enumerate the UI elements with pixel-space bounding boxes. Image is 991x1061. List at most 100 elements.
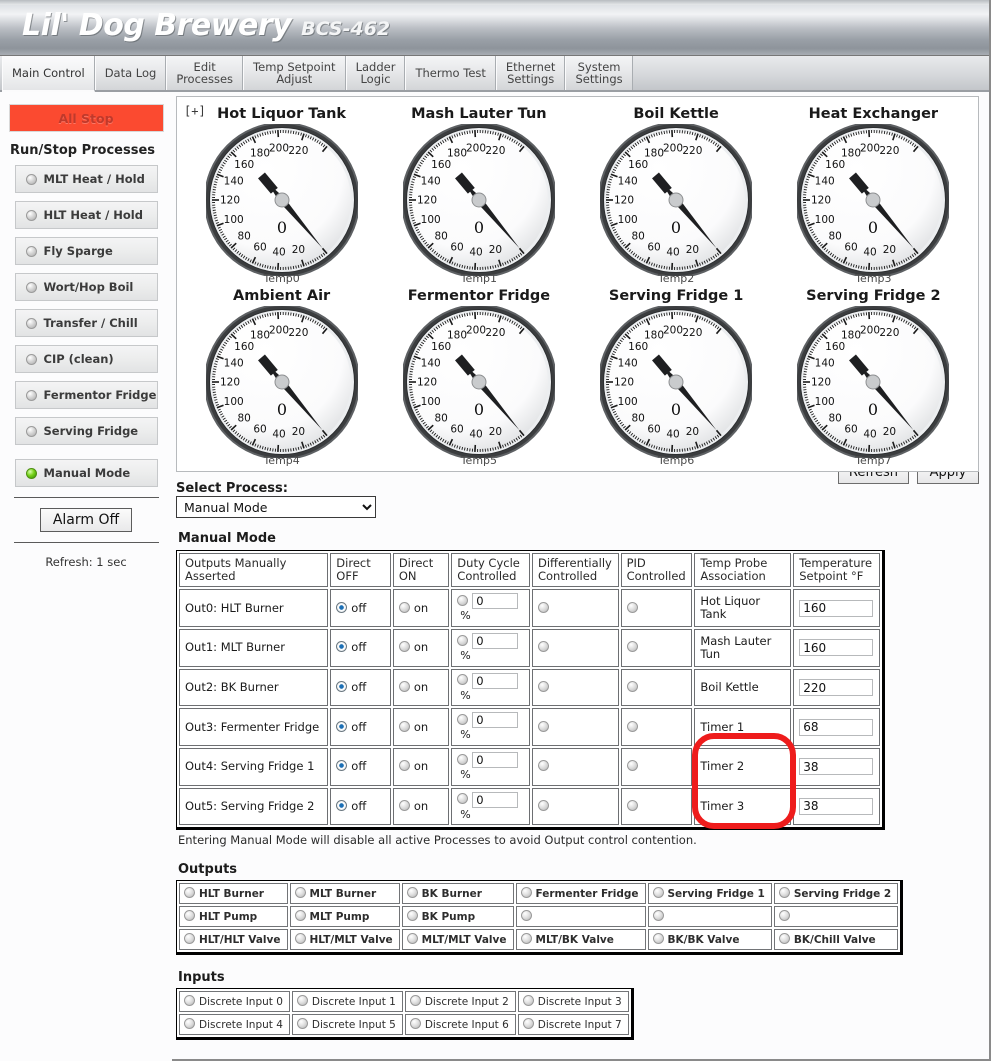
setpoint-input[interactable] <box>799 599 874 617</box>
output-cell[interactable]: MLT Burner <box>289 883 400 905</box>
direct-on-cell[interactable]: on <box>392 708 450 746</box>
tab-main-control[interactable]: Main Control <box>2 56 95 92</box>
input-cell[interactable]: Discrete Input 3 <box>517 991 629 1013</box>
pid-cell[interactable] <box>620 668 693 707</box>
differential-radio[interactable] <box>537 601 549 613</box>
direct-off-radio[interactable] <box>336 601 348 613</box>
pid-cell[interactable] <box>620 748 693 786</box>
duty-cycle-input[interactable] <box>472 672 519 689</box>
direct-off-cell[interactable]: off <box>330 668 391 707</box>
direct-off-radio[interactable] <box>336 720 348 732</box>
output-status-radio[interactable] <box>778 910 790 922</box>
output-status-radio[interactable] <box>406 887 418 899</box>
duty-cycle-cell[interactable]: % <box>451 787 530 826</box>
duty-cycle-cell[interactable]: % <box>451 708 530 746</box>
output-status-radio[interactable] <box>652 887 664 899</box>
process-select[interactable]: Manual Mode <box>176 496 376 518</box>
input-status-radio[interactable] <box>184 1018 195 1030</box>
process-button-cip-clean[interactable]: CIP (clean) <box>14 345 158 373</box>
duty-cycle-radio[interactable] <box>457 713 469 725</box>
output-status-radio[interactable] <box>294 910 306 922</box>
output-status-radio[interactable] <box>184 887 195 899</box>
duty-cycle-input[interactable] <box>472 593 519 610</box>
input-status-radio[interactable] <box>296 995 308 1007</box>
differential-cell[interactable] <box>531 708 619 746</box>
setpoint-cell[interactable] <box>793 748 880 786</box>
direct-on-cell[interactable]: on <box>392 668 450 707</box>
input-cell[interactable]: Discrete Input 2 <box>404 991 516 1013</box>
pid-cell[interactable] <box>620 629 693 667</box>
tab-temp-setpoint-adjust[interactable]: Temp Setpoint Adjust <box>243 56 346 90</box>
input-cell[interactable]: Discrete Input 7 <box>517 1014 629 1036</box>
pid-radio[interactable] <box>626 680 638 692</box>
setpoint-input[interactable] <box>799 679 874 697</box>
differential-cell[interactable] <box>531 589 619 628</box>
setpoint-cell[interactable] <box>793 787 880 826</box>
duty-cycle-input[interactable] <box>472 791 519 808</box>
direct-on-radio[interactable] <box>398 760 410 772</box>
input-status-radio[interactable] <box>409 995 421 1007</box>
input-cell[interactable]: Discrete Input 6 <box>404 1014 516 1036</box>
output-status-radio[interactable] <box>294 887 306 899</box>
direct-on-cell[interactable]: on <box>392 787 450 826</box>
process-button-serving-fridge[interactable]: Serving Fridge <box>14 417 158 445</box>
duty-cycle-cell[interactable]: % <box>451 748 530 786</box>
output-status-radio[interactable] <box>652 910 664 922</box>
output-cell[interactable] <box>773 906 899 928</box>
duty-cycle-radio[interactable] <box>457 594 469 606</box>
tab-edit-processes[interactable]: Edit Processes <box>166 56 244 90</box>
input-status-radio[interactable] <box>522 995 534 1007</box>
alarm-off-button[interactable]: Alarm Off <box>39 508 133 532</box>
direct-off-cell[interactable]: off <box>330 589 391 628</box>
process-button-fermentor-fridge[interactable]: Fermentor Fridge <box>14 381 158 409</box>
process-button-fly-sparge[interactable]: Fly Sparge <box>14 237 158 265</box>
temp-probe-cell[interactable]: Timer 1 <box>694 708 792 746</box>
direct-off-cell[interactable]: off <box>330 629 391 667</box>
pid-cell[interactable] <box>620 589 693 628</box>
input-cell[interactable]: Discrete Input 0 <box>179 991 290 1013</box>
output-cell[interactable] <box>647 906 772 928</box>
setpoint-cell[interactable] <box>793 668 880 707</box>
tab-data-log[interactable]: Data Log <box>94 56 167 90</box>
output-cell[interactable]: MLT/BK Valve <box>515 929 646 951</box>
tab-system-settings[interactable]: System Settings <box>565 56 633 90</box>
output-status-radio[interactable] <box>406 910 418 922</box>
pid-radio[interactable] <box>626 760 638 772</box>
duty-cycle-input[interactable] <box>472 752 519 768</box>
differential-cell[interactable] <box>531 787 619 826</box>
duty-cycle-cell[interactable]: % <box>451 668 530 707</box>
differential-radio[interactable] <box>537 760 549 772</box>
output-status-radio[interactable] <box>294 933 306 945</box>
direct-off-radio[interactable] <box>336 760 348 772</box>
tab-thermo-test[interactable]: Thermo Test <box>405 56 496 90</box>
temp-probe-cell[interactable]: Timer 3 <box>694 787 792 826</box>
differential-radio[interactable] <box>537 720 549 732</box>
process-button-wort-hop-boil[interactable]: Wort/Hop Boil <box>14 273 158 301</box>
input-status-radio[interactable] <box>522 1018 534 1030</box>
pid-radio[interactable] <box>626 601 638 613</box>
duty-cycle-radio[interactable] <box>457 634 469 646</box>
sidebar-item-manual-mode[interactable]: Manual Mode <box>14 459 158 487</box>
direct-on-radio[interactable] <box>398 720 410 732</box>
pid-radio[interactable] <box>626 641 638 653</box>
duty-cycle-input[interactable] <box>472 712 519 729</box>
duty-cycle-input[interactable] <box>472 633 519 650</box>
output-cell[interactable]: HLT Burner <box>179 883 288 905</box>
pid-radio[interactable] <box>626 720 638 732</box>
output-cell[interactable]: BK/BK Valve <box>647 929 772 951</box>
direct-on-radio[interactable] <box>398 799 410 811</box>
setpoint-input[interactable] <box>799 639 874 657</box>
output-status-radio[interactable] <box>520 910 532 922</box>
pid-radio[interactable] <box>626 799 638 811</box>
setpoint-input[interactable] <box>799 758 874 776</box>
direct-off-cell[interactable]: off <box>330 708 391 746</box>
direct-off-radio[interactable] <box>336 799 348 811</box>
duty-cycle-radio[interactable] <box>457 753 469 765</box>
differential-cell[interactable] <box>531 748 619 786</box>
expand-toggle[interactable]: [+] <box>184 104 206 118</box>
output-cell[interactable]: BK Burner <box>401 883 514 905</box>
output-cell[interactable]: MLT Pump <box>289 906 400 928</box>
input-cell[interactable]: Discrete Input 1 <box>291 991 403 1013</box>
setpoint-cell[interactable] <box>793 708 880 746</box>
tab-ethernet-settings[interactable]: Ethernet Settings <box>495 56 566 90</box>
